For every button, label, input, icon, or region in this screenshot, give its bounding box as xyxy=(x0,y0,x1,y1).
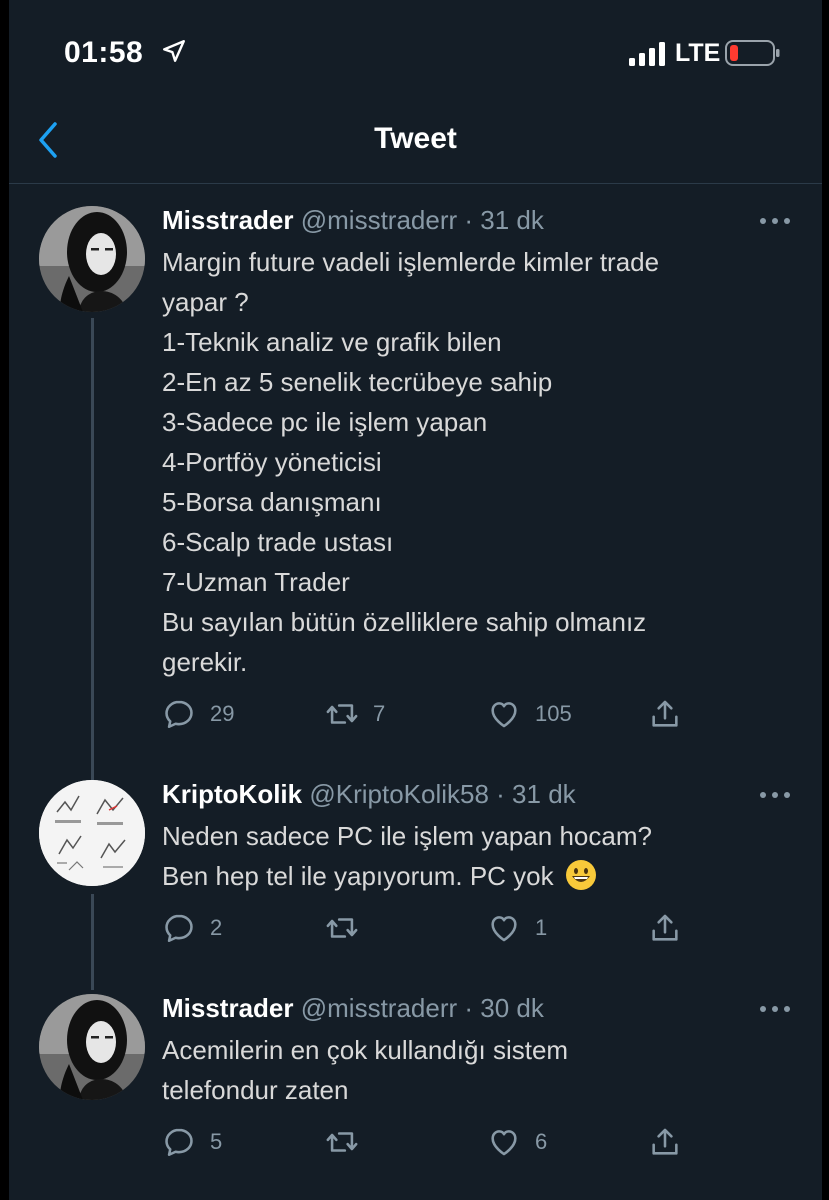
tweet-text: Margin future vadeli işlemlerde kimler t… xyxy=(162,242,802,682)
tweet-text-line: 7-Uzman Trader xyxy=(162,567,350,597)
reply-icon xyxy=(162,1125,196,1159)
battery-low-icon xyxy=(725,40,780,66)
share-button[interactable] xyxy=(648,908,682,948)
more-icon[interactable] xyxy=(758,1004,792,1014)
tweet-time: 31 dk xyxy=(480,205,544,235)
share-button[interactable] xyxy=(648,1122,682,1162)
thread-connector-line xyxy=(91,318,94,780)
tweet-actions: 2 1 xyxy=(162,908,702,948)
tweet-time: 31 dk xyxy=(512,779,576,809)
reply-button[interactable]: 2 xyxy=(162,908,222,948)
avatar[interactable] xyxy=(39,994,145,1100)
retweet-button[interactable] xyxy=(325,908,373,948)
meta-separator: · xyxy=(457,993,481,1023)
heart-icon xyxy=(487,1125,521,1159)
retweet-button[interactable]: 7 xyxy=(325,694,385,734)
tweet-text-line: Margin future vadeli işlemlerde kimler t… xyxy=(162,247,660,277)
author-handle[interactable]: @KriptoKolik58 xyxy=(309,779,489,809)
retweet-icon xyxy=(325,1125,359,1159)
tweet-text-segment: Ben hep tel ile yapıyorum. PC yok xyxy=(162,861,554,891)
retweet-icon xyxy=(325,911,359,945)
status-bar: 01:58 LTE xyxy=(9,0,822,100)
tweet-text-line: gerekir. xyxy=(162,647,248,677)
thread-connector-line xyxy=(91,894,94,990)
like-count: 105 xyxy=(535,701,572,726)
location-arrow-icon xyxy=(163,40,185,62)
tweet-text: Neden sadece PC ile işlem yapan hocam? B… xyxy=(162,816,802,896)
status-time: 01:58 xyxy=(64,36,144,69)
tweet-actions: 29 7 105 xyxy=(162,694,702,734)
tweet-text-line: 4-Portföy yöneticisi xyxy=(162,447,382,477)
reply-icon xyxy=(162,911,196,945)
grinning-face-emoji-icon xyxy=(565,860,596,890)
retweet-button[interactable] xyxy=(325,1122,373,1162)
tweet-text-line: 6-Scalp trade ustası xyxy=(162,527,394,557)
tweet-text-line: Ben hep tel ile yapıyorum. PC yok xyxy=(162,856,802,896)
like-button[interactable]: 105 xyxy=(487,694,572,734)
heart-icon xyxy=(487,911,521,945)
author-handle[interactable]: @misstraderr xyxy=(301,205,457,235)
network-type: LTE xyxy=(675,39,721,67)
share-icon xyxy=(648,911,682,945)
like-count: 1 xyxy=(535,915,548,940)
heart-icon xyxy=(487,697,521,731)
navigation-header: Tweet xyxy=(9,100,822,184)
share-icon xyxy=(648,697,682,731)
more-icon[interactable] xyxy=(758,216,792,226)
tweet-meta: KriptoKolik @KriptoKolik58 · 31 dk xyxy=(162,778,802,810)
avatar[interactable] xyxy=(39,780,145,886)
tweet-text-line: yapar ? xyxy=(162,287,249,317)
reply-count: 2 xyxy=(210,915,223,940)
meta-separator: · xyxy=(488,779,513,809)
more-icon[interactable] xyxy=(758,790,792,800)
tweet-detail-screen: 01:58 LTE Tweet Misstrader @misstraderr … xyxy=(9,0,822,1200)
tweet-text-line: Acemilerin en çok kullandığı sistem xyxy=(162,1035,569,1065)
like-button[interactable]: 1 xyxy=(487,908,547,948)
author-name[interactable]: KriptoKolik xyxy=(162,779,302,809)
tweet-content: Misstrader @misstraderr · 31 dk Margin f… xyxy=(162,204,802,682)
reply-button[interactable]: 5 xyxy=(162,1122,222,1162)
reply-button[interactable]: 29 xyxy=(162,694,234,734)
tweet-time: 30 dk xyxy=(480,993,544,1023)
like-button[interactable]: 6 xyxy=(487,1122,547,1162)
page-title: Tweet xyxy=(374,122,457,155)
like-count: 6 xyxy=(535,1129,548,1154)
author-handle[interactable]: @misstraderr xyxy=(301,993,457,1023)
tweet-text-line: 2-En az 5 senelik tecrübeye sahip xyxy=(162,367,553,397)
retweet-count: 7 xyxy=(373,701,386,726)
tweet-text: Acemilerin en çok kullandığı sistem tele… xyxy=(162,1030,802,1110)
retweet-icon xyxy=(325,697,359,731)
tweet-text-line: Neden sadece PC ile işlem yapan hocam? xyxy=(162,821,652,851)
tweet-actions: 5 6 xyxy=(162,1122,702,1162)
reply-icon xyxy=(162,697,196,731)
meta-separator: · xyxy=(457,205,481,235)
reply-count: 5 xyxy=(210,1129,223,1154)
tweet-meta: Misstrader @misstraderr · 31 dk xyxy=(162,204,802,236)
author-name[interactable]: Misstrader xyxy=(162,205,294,235)
tweet-text-line: telefondur zaten xyxy=(162,1075,349,1105)
reply-count: 29 xyxy=(210,701,235,726)
tweet-text-line: 5-Borsa danışmanı xyxy=(162,487,382,517)
share-icon xyxy=(648,1125,682,1159)
tweet-content: KriptoKolik @KriptoKolik58 · 31 dk Neden… xyxy=(162,778,802,896)
tweet-content: Misstrader @misstraderr · 30 dk Acemiler… xyxy=(162,992,802,1110)
share-button[interactable] xyxy=(648,694,682,734)
tweet-text-line: 1-Teknik analiz ve grafik bilen xyxy=(162,327,502,357)
tweet-text-line: 3-Sadece pc ile işlem yapan xyxy=(162,407,488,437)
author-name[interactable]: Misstrader xyxy=(162,993,294,1023)
avatar[interactable] xyxy=(39,206,145,312)
tweet-meta: Misstrader @misstraderr · 30 dk xyxy=(162,992,802,1024)
tweet-text-line: Bu sayılan bütün özelliklere sahip olman… xyxy=(162,607,647,637)
signal-strength-icon xyxy=(629,42,665,66)
